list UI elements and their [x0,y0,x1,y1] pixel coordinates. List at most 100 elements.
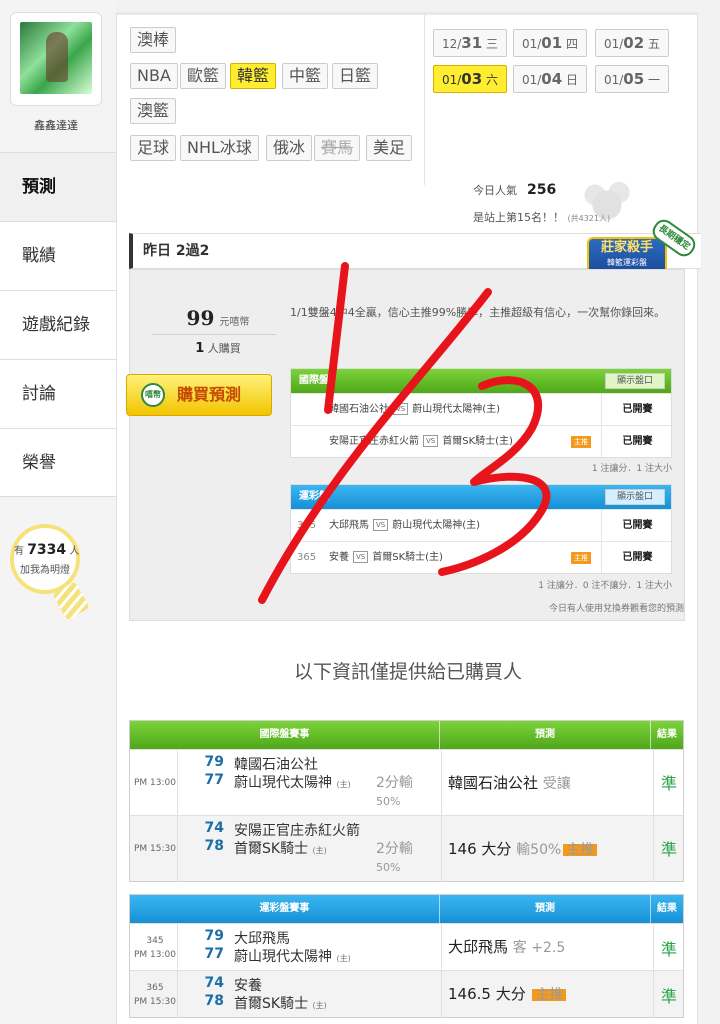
result-correct: 準 [660,840,677,859]
lottery-summary-table: 運彩盤 顯示盤口 345 大邱飛馬 VS 蔚山現代太陽神(主) 已開賽 365 安養 VS 首爾S… [290,484,672,574]
voucher-note: 今日有人使用兌換券觀看您的預測 [548,604,684,614]
prediction-detail: 客 +2.5 [512,940,566,956]
home-marker: (主) [336,954,351,963]
featured-badge: 主推 [563,843,598,857]
prediction: 146 大分 輸50% 主推 [448,838,598,859]
table-row: 345 PM 13:00 79 77 大邱飛馬蔚山現代太陽神 (主) 大邱飛馬 客 +2.… [130,923,683,970]
match-number: 365 [297,552,317,563]
sport-tab[interactable]: 日籃 [332,63,379,89]
sidebar: 鑫鑫達達 預測 戰績 遊戲紀錄 討論 榮譽 有 7334 人 加我為明燈 [0,0,116,1024]
show-odds-button[interactable]: 顯示盤口 [605,373,665,389]
list-item: 365 安養 VS 首爾SK騎士(主) 主推 已開賽 [291,541,671,573]
profile-card[interactable] [10,12,102,106]
follower-count: 有 7334 人 [14,542,80,558]
buy-prediction-button[interactable]: 嘻幣 購買預測 [126,374,272,416]
flower-icon [577,175,637,225]
table-row: PM 15:30 74 78 安陽正官庄赤紅火箭 首爾SK騎士 (主) 2分輸 50% 146… [130,815,683,881]
sidebar-item-discussion[interactable]: 討論 [0,359,116,428]
sport-tab[interactable]: 中籃 [282,63,329,89]
vs-icon: VS [353,551,369,563]
prediction-description: 1/1雙盤4中4全贏，信心主推99%勝率，主推超級有信心，一次幫你錄回來。 [290,306,666,319]
date-tab[interactable]: 12/31 三 [433,29,507,57]
result-correct: 準 [660,940,677,959]
prediction-detail: 輸50% [516,842,562,858]
match-teams: 大邱飛馬 VS 蔚山現代太陽神(主) [329,519,481,531]
username[interactable]: 鑫鑫達達 [0,117,112,133]
sport-tab[interactable]: 澳籃 [130,98,177,124]
away-team: 安陽正官庄赤紅火箭 [234,823,360,839]
away-score: 79 [204,754,224,770]
home-team: 蔚山現代太陽神 (主) [234,949,351,965]
prediction: 146.5 大分 主推 [448,983,567,1004]
sport-tab[interactable]: 俄冰 [266,135,313,161]
match-status: 已開賽 [601,542,673,573]
avatar[interactable] [20,22,92,94]
sidebar-item-predictions[interactable]: 預測 [0,152,116,221]
list-item: 韓國石油公社 VS 蔚山現代太陽神(主) 已開賽 [291,393,671,425]
away-score: 79 [204,928,224,944]
match-time: 345 PM 13:00 [134,936,176,960]
sidebar-item-record[interactable]: 戰績 [0,221,116,290]
sport-tab[interactable]: 足球 [130,135,177,161]
prediction: 大邱飛馬 客 +2.5 [448,938,566,956]
sport-tab[interactable]: 美足 [366,135,413,161]
vs-icon: VS [373,519,389,531]
price: 99 元嘻幣 [186,306,250,330]
intl-bet-count: 1 注讓分．1 注大小 [591,464,672,474]
home-marker: (主) [312,846,327,855]
vs-icon: VS [423,435,439,447]
sport-tab[interactable]: 賽馬 [314,135,361,161]
away-score: 74 [204,820,224,836]
coin-icon: 嘻幣 [141,383,165,407]
buyer-count: 1 人購買 [195,341,241,356]
away-team: 韓國石油公社 [234,757,318,773]
result-correct: 準 [660,774,677,793]
home-team: 蔚山現代太陽神 (主) [234,775,351,791]
away-team: 安養 [234,978,262,994]
show-odds-button[interactable]: 顯示盤口 [605,489,665,505]
sport-tab[interactable]: 歐籃 [180,63,227,89]
prediction-detail: 受讓 [542,776,571,792]
sidebar-item-game-log[interactable]: 遊戲紀錄 [0,290,116,359]
sidebar-item-honors[interactable]: 榮譽 [0,428,116,497]
result-correct: 準 [660,987,677,1006]
featured-badge: 主推 [571,552,591,564]
match-teams: 安養 VS 首爾SK騎士(主) [329,551,443,563]
home-team: 首爾SK騎士 (主) [234,841,327,857]
buyers-only-notice: 以下資訊僅提供給已購買人 [293,661,522,683]
away-score: 74 [204,975,224,991]
match-teams: 韓國石油公社 VS 蔚山現代太陽神(主) [329,403,501,415]
sport-tab[interactable]: 澳棒 [130,27,177,53]
match-status: 已開賽 [601,510,673,541]
home-team: 首爾SK騎士 (主) [234,996,327,1012]
home-score: 77 [204,946,224,962]
sidebar-nav: 預測 戰績 遊戲紀錄 討論 榮譽 [0,152,116,497]
prediction-box: 99 元嘻幣 1 人購買 嘻幣 購買預測 1/1雙盤4中4全贏，信心主推99%勝… [126,269,685,621]
home-score: 78 [204,993,224,1009]
intl-summary-table: 國際盤 顯示盤口 韓國石油公社 VS 蔚山現代太陽神(主) 已開賽 安陽正官庄赤紅火箭 VS… [290,368,672,458]
date-tab[interactable]: 01/02 五 [595,29,669,57]
popularity-today: 今日人氣 256 [473,182,557,198]
away-team: 大邱飛馬 [234,931,290,947]
divider [424,15,425,185]
list-item: 345 大邱飛馬 VS 蔚山現代太陽神(主) 已開賽 [291,509,671,541]
sport-tab[interactable]: NBA [130,63,178,89]
follow-label[interactable]: 加我為明燈 [20,561,70,576]
match-teams: 安陽正官庄赤紅火箭 VS 首爾SK騎士(主) [329,435,513,447]
date-tab[interactable]: 01/03 六 [433,65,507,93]
handicap-result: 2分輸 50% [376,841,413,874]
sport-tab[interactable]: NHL冰球 [180,135,259,161]
intl-result-table: 國際盤賽事 預測 結果 PM 13:00 79 77 韓國石油公社 蔚山現代太陽神 (主) 2… [129,720,684,882]
match-time: PM 15:30 [134,844,176,854]
date-tab[interactable]: 01/05 一 [595,65,669,93]
home-score: 78 [204,838,224,854]
featured-badge: 主推 [571,436,591,448]
home-marker: (主) [312,1001,327,1010]
date-tab[interactable]: 01/01 四 [513,29,587,57]
date-tab[interactable]: 01/04 日 [513,65,587,93]
sport-tab[interactable]: 韓籃 [230,63,277,89]
match-time: 365 PM 15:30 [134,983,176,1007]
home-score: 77 [204,772,224,788]
match-number: 345 [297,520,317,531]
handicap-result: 2分輸 50% [376,775,413,808]
